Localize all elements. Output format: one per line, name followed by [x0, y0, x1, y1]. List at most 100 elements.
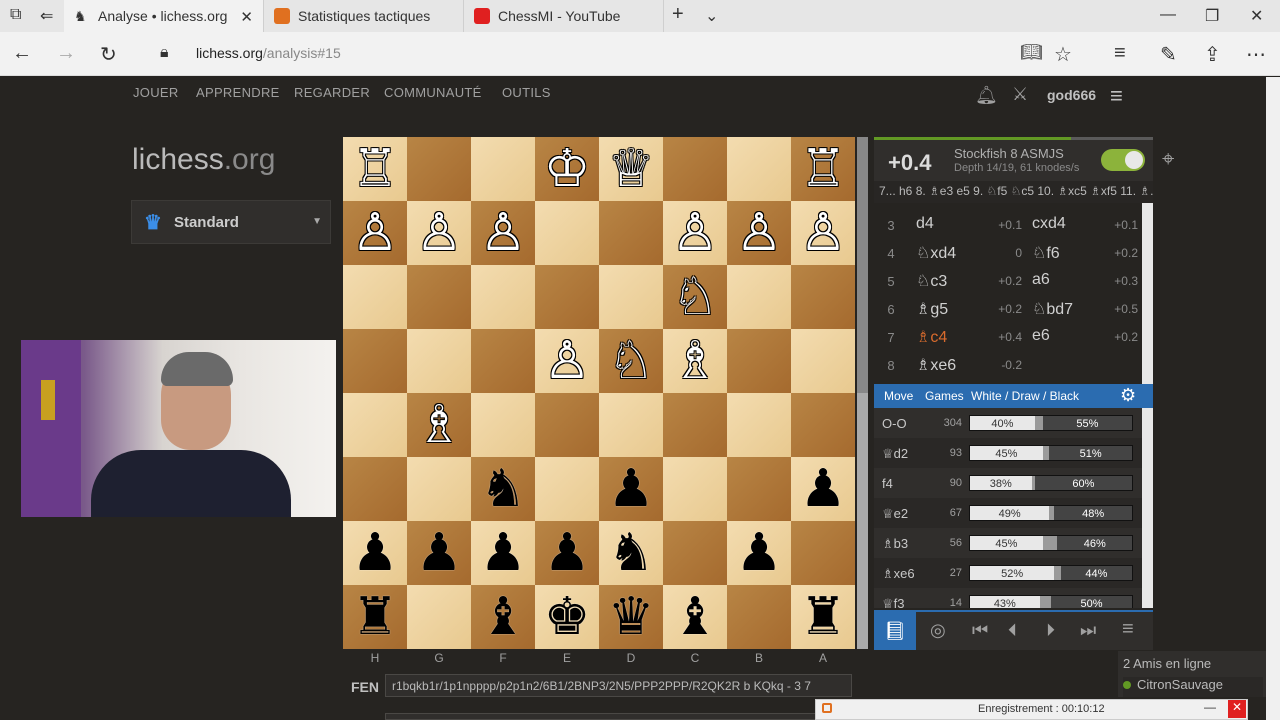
chess-piece[interactable]: ♟	[608, 463, 655, 515]
chess-board[interactable]: ♖ ♔ ♕ ♖ ♙ ♙ ♙ ♙ ♙ ♙ ♘ ♙ ♘ ♗ ♗ ♞ ♟ ♟ ♟ ♟ ♟ ♟ ♞ ♟ ♜ ♝ ♚ ♛ ♝ ♜	[343, 137, 855, 649]
chess-piece[interactable]: ♟	[480, 527, 527, 579]
nav-regarder[interactable]: REGARDER	[294, 85, 370, 100]
board-square[interactable]	[471, 265, 535, 329]
chess-piece[interactable]: ♗	[672, 335, 719, 387]
board-square[interactable]	[343, 457, 407, 521]
board-square[interactable]: ♝	[663, 585, 727, 649]
board-square[interactable]: ♖	[343, 137, 407, 201]
reading-view-icon[interactable]: 📖︎	[1020, 42, 1043, 63]
menu-hamburger-icon[interactable]: ≡	[1110, 83, 1123, 109]
explorer-scrollbar[interactable]	[1142, 408, 1153, 608]
board-square[interactable]: ♟	[599, 457, 663, 521]
white-move[interactable]: ♗xe6	[916, 355, 956, 375]
board-square[interactable]	[727, 457, 791, 521]
white-move[interactable]: ♗c4	[916, 327, 947, 347]
prev-move-icon[interactable]: ⏴	[1008, 620, 1017, 641]
chess-piece[interactable]: ♟	[800, 463, 847, 515]
board-square[interactable]	[663, 393, 727, 457]
board-square[interactable]	[727, 393, 791, 457]
engine-pv-line[interactable]: 7... h6 8. ♗e3 e5 9. ♘f5 ♘c5 10. ♗xc5 ♗x…	[874, 181, 1153, 203]
chess-piece[interactable]: ♛	[608, 591, 655, 643]
gear-icon[interactable]: ⚙	[1120, 385, 1136, 406]
board-square[interactable]: ♔	[535, 137, 599, 201]
board-square[interactable]: ♙	[407, 201, 471, 265]
minimize-icon[interactable]: —	[1204, 700, 1216, 714]
board-square[interactable]	[343, 329, 407, 393]
white-move[interactable]: ♘c3	[916, 271, 947, 291]
refresh-icon[interactable]: ↻	[100, 42, 117, 67]
friends-box[interactable]: 2 Amis en ligne CitronSauvage	[1118, 651, 1266, 697]
black-move[interactable]: e6	[1032, 327, 1050, 345]
explorer-row[interactable]: ♗xe6 27 52% 44%	[874, 558, 1142, 588]
board-square[interactable]	[471, 329, 535, 393]
board-square[interactable]	[471, 137, 535, 201]
board-square[interactable]	[407, 329, 471, 393]
chess-piece[interactable]: ♙	[544, 335, 591, 387]
board-square[interactable]	[535, 393, 599, 457]
back-icon[interactable]: ←	[12, 42, 32, 65]
board-square[interactable]	[727, 137, 791, 201]
board-square[interactable]	[727, 329, 791, 393]
board-square[interactable]: ♛	[599, 585, 663, 649]
variant-select[interactable]: ♛ Standard ▼	[131, 200, 331, 244]
board-square[interactable]	[599, 265, 663, 329]
chess-piece[interactable]: ♙	[416, 207, 463, 259]
chess-piece[interactable]: ♖	[800, 143, 847, 195]
chess-piece[interactable]: ♞	[608, 527, 655, 579]
board-square[interactable]: ♖	[791, 137, 855, 201]
nav-apprendre[interactable]: APPRENDRE	[196, 85, 280, 100]
board-square[interactable]	[407, 457, 471, 521]
board-square[interactable]: ♗	[407, 393, 471, 457]
favorite-star-icon[interactable]: ☆	[1054, 42, 1072, 67]
nav-communaute[interactable]: COMMUNAUTÉ	[384, 85, 482, 100]
engine-toggle[interactable]	[1101, 149, 1145, 171]
board-square[interactable]	[663, 457, 727, 521]
chess-piece[interactable]: ♝	[480, 591, 527, 643]
black-move[interactable]: cxd4	[1032, 215, 1066, 233]
chess-piece[interactable]: ♜	[800, 591, 847, 643]
more-icon[interactable]: ⋯	[1246, 42, 1266, 67]
chess-piece[interactable]: ♖	[352, 143, 399, 195]
fen-input[interactable]	[385, 674, 852, 697]
chess-piece[interactable]: ♟	[736, 527, 783, 579]
hub-icon[interactable]: ≡	[1114, 42, 1126, 65]
board-square[interactable]	[535, 201, 599, 265]
board-square[interactable]	[535, 457, 599, 521]
tab-youtube[interactable]: ChessMI - YouTube	[464, 0, 664, 32]
chess-piece[interactable]: ♟	[544, 527, 591, 579]
board-square[interactable]: ♟	[791, 457, 855, 521]
board-square[interactable]: ♟	[407, 521, 471, 585]
chess-piece[interactable]: ♙	[352, 207, 399, 259]
board-square[interactable]	[535, 265, 599, 329]
explorer-row[interactable]: ♕d2 93 45% 51%	[874, 438, 1142, 468]
chess-piece[interactable]: ♚	[544, 591, 591, 643]
new-tab-icon[interactable]: +	[672, 3, 684, 26]
chess-piece[interactable]: ♜	[352, 591, 399, 643]
board-square[interactable]	[791, 265, 855, 329]
board-square[interactable]	[407, 137, 471, 201]
board-square[interactable]: ♜	[791, 585, 855, 649]
tab-preview-chevron-icon[interactable]: ⌄	[705, 6, 718, 26]
first-move-icon[interactable]: ⏮	[972, 620, 988, 641]
board-square[interactable]: ♗	[663, 329, 727, 393]
last-move-icon[interactable]: ⏭	[1080, 620, 1096, 641]
board-square[interactable]	[791, 329, 855, 393]
black-move[interactable]: ♘bd7	[1032, 299, 1073, 319]
restore-icon[interactable]: ❐	[1205, 6, 1219, 26]
next-move-icon[interactable]: ⏵	[1046, 620, 1055, 641]
menu-icon[interactable]: ≡	[1122, 618, 1134, 641]
chess-piece[interactable]: ♙	[672, 207, 719, 259]
explorer-row[interactable]: ♗b3 56 45% 46%	[874, 528, 1142, 558]
chess-piece[interactable]: ♘	[672, 271, 719, 323]
tab-statistiques[interactable]: Statistiques tactiques	[264, 0, 464, 32]
white-move[interactable]: ♗g5	[916, 299, 948, 319]
board-square[interactable]: ♙	[471, 201, 535, 265]
pgn-box[interactable]	[385, 713, 852, 720]
board-square[interactable]: ♟	[535, 521, 599, 585]
friend-name[interactable]: CitronSauvage	[1137, 677, 1223, 692]
crosshair-icon[interactable]: ⌖	[1162, 146, 1174, 172]
board-square[interactable]: ♟	[471, 521, 535, 585]
board-square[interactable]	[791, 521, 855, 585]
board-square[interactable]	[407, 265, 471, 329]
board-square[interactable]: ♙	[343, 201, 407, 265]
